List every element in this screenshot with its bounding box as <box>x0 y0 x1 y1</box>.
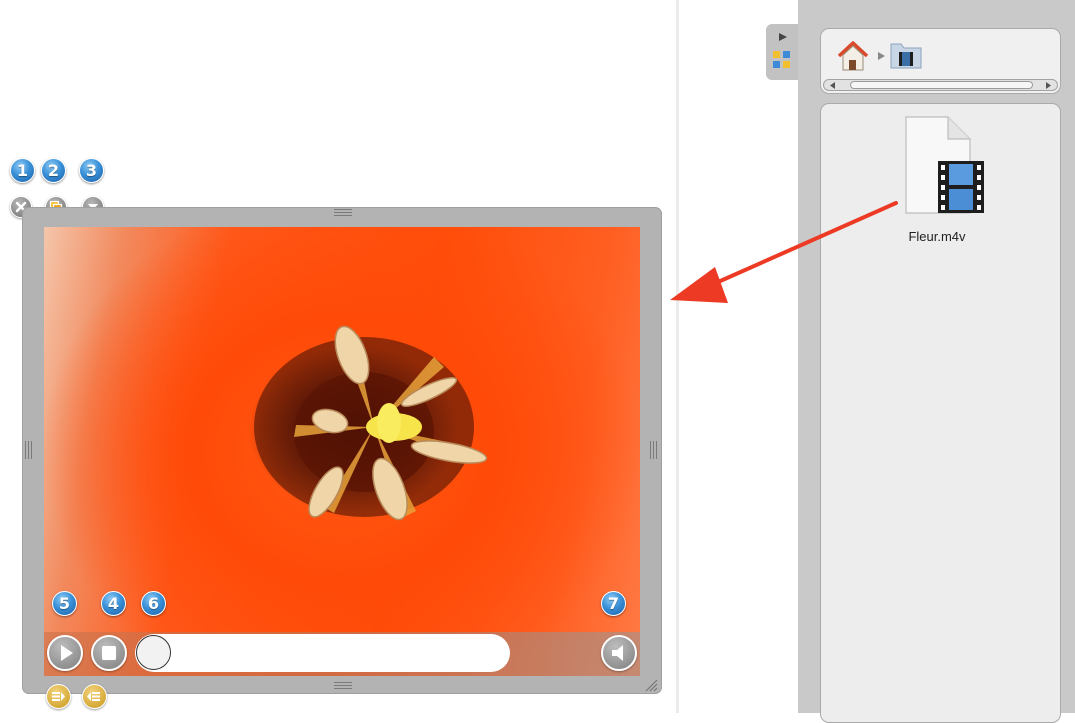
bottom-left-button-2[interactable] <box>82 684 107 709</box>
list-arrow-icon <box>52 692 65 701</box>
scroll-left-icon[interactable] <box>826 81 840 90</box>
window-divider <box>676 0 679 713</box>
corner-resize-icon[interactable] <box>642 676 658 692</box>
play-icon <box>61 645 73 661</box>
movie-folder-icon[interactable] <box>889 40 923 70</box>
drag-arrow-icon <box>670 201 898 303</box>
progress-track[interactable] <box>135 634 510 672</box>
expand-arrow-icon <box>779 33 787 41</box>
left-resize-handle[interactable] <box>25 441 34 459</box>
badge-6: 6 <box>141 591 166 616</box>
badge-1: 1 <box>10 158 35 183</box>
speaker-icon <box>612 645 623 661</box>
flower-image <box>254 325 488 521</box>
badge-2: 2 <box>41 158 66 183</box>
badge-7: 7 <box>601 591 626 616</box>
file-item[interactable] <box>898 113 988 248</box>
panel-toggle-tab[interactable] <box>766 24 798 80</box>
progress-knob[interactable] <box>136 635 171 670</box>
right-resize-handle[interactable] <box>650 441 659 459</box>
play-button[interactable] <box>47 635 83 671</box>
stop-button[interactable] <box>91 635 127 671</box>
badge-5: 5 <box>52 591 77 616</box>
badge-4: 4 <box>101 591 126 616</box>
top-resize-handle[interactable] <box>334 209 352 216</box>
scroll-right-icon[interactable] <box>1041 81 1055 90</box>
file-name: Fleur.m4v <box>908 229 966 244</box>
stop-icon <box>102 646 116 660</box>
view-mode-icon <box>773 51 790 68</box>
path-scroll-thumb[interactable] <box>850 81 1033 89</box>
video-display[interactable] <box>44 227 640 676</box>
path-separator-icon <box>878 52 885 60</box>
video-file-icon <box>905 116 984 214</box>
volume-button[interactable] <box>601 635 637 671</box>
home-icon[interactable] <box>836 40 870 72</box>
list-arrow-icon <box>87 692 100 701</box>
badge-3: 3 <box>79 158 104 183</box>
bottom-resize-handle[interactable] <box>334 682 352 689</box>
bottom-left-button-1[interactable] <box>46 684 71 709</box>
